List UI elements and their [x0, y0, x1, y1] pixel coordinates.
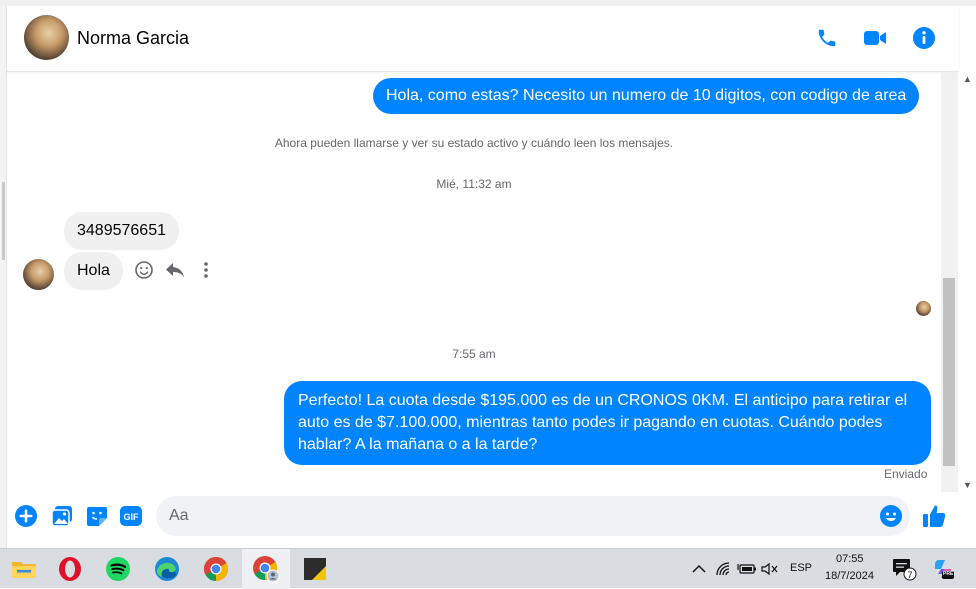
- reply-icon[interactable]: [164, 259, 186, 281]
- language-indicator[interactable]: ESP: [790, 562, 812, 574]
- system-notice: Ahora pueden llamarse y ver su estado ac…: [274, 136, 674, 150]
- windows-taskbar: ESP 07:55 18/7/2024 7 PRE: [0, 548, 976, 589]
- contact-avatar[interactable]: [24, 15, 69, 60]
- sticky-app-icon[interactable]: [291, 549, 339, 589]
- read-receipt-avatar: [916, 301, 931, 316]
- left-panel-edge: [0, 6, 7, 548]
- contact-name[interactable]: Norma Garcia: [77, 28, 189, 49]
- outgoing-message[interactable]: Hola, como estas? Necesito un numero de …: [373, 78, 920, 114]
- add-plus-icon[interactable]: [13, 503, 39, 529]
- message-input[interactable]: [169, 505, 869, 527]
- chrome-profile-icon[interactable]: [242, 549, 290, 589]
- photo-gallery-icon[interactable]: [49, 503, 75, 529]
- edge-icon[interactable]: [143, 549, 191, 589]
- clock-date[interactable]: 18/7/2024: [825, 570, 874, 582]
- opera-icon[interactable]: [46, 549, 94, 589]
- gif-icon[interactable]: GIF: [118, 503, 144, 529]
- sender-avatar[interactable]: [23, 259, 54, 290]
- scroll-down-arrow[interactable]: ▼: [959, 478, 976, 492]
- spotify-icon[interactable]: [94, 549, 142, 589]
- incoming-message[interactable]: Hola: [64, 252, 123, 290]
- video-camera-icon[interactable]: [862, 25, 888, 51]
- left-panel-scroll-mark: [2, 182, 5, 260]
- scrollbar-thumb[interactable]: [943, 278, 955, 466]
- chrome-icon[interactable]: [192, 549, 240, 589]
- message-composer[interactable]: [156, 496, 910, 536]
- more-options-icon[interactable]: [195, 259, 217, 281]
- sent-status: Enviado: [884, 467, 928, 481]
- file-explorer-icon[interactable]: [0, 549, 48, 589]
- wifi-icon[interactable]: [714, 559, 734, 579]
- sticker-icon[interactable]: [84, 503, 110, 529]
- outgoing-message[interactable]: Perfecto! La cuota desde $195.000 es de …: [284, 381, 931, 465]
- clock-time[interactable]: 07:55: [836, 553, 864, 565]
- volume-muted-icon[interactable]: [760, 559, 780, 579]
- notification-icon[interactable]: [892, 559, 918, 581]
- message-timestamp: 7:55 am: [452, 347, 496, 361]
- battery-icon[interactable]: [737, 559, 757, 579]
- copilot-badge: PRE: [943, 571, 954, 577]
- emoji-icon[interactable]: [878, 503, 904, 529]
- message-scrollbar[interactable]: [941, 72, 958, 492]
- info-icon[interactable]: [911, 25, 937, 51]
- notification-count: 7: [907, 570, 913, 580]
- phone-icon[interactable]: [814, 25, 840, 51]
- message-timestamp: Mié, 11:32 am: [436, 177, 512, 191]
- react-emoji-icon[interactable]: [133, 259, 155, 281]
- scroll-up-arrow[interactable]: ▲: [959, 72, 976, 86]
- messenger-window: Norma Garcia ▲ ▼ Hola, como estas? Neces…: [0, 0, 976, 548]
- like-thumb-icon[interactable]: [921, 503, 947, 529]
- chat-header: Norma Garcia: [7, 6, 959, 72]
- gif-label: GIF: [124, 512, 140, 522]
- incoming-message[interactable]: 3489576651: [64, 212, 179, 250]
- chevron-up-icon[interactable]: [689, 559, 709, 579]
